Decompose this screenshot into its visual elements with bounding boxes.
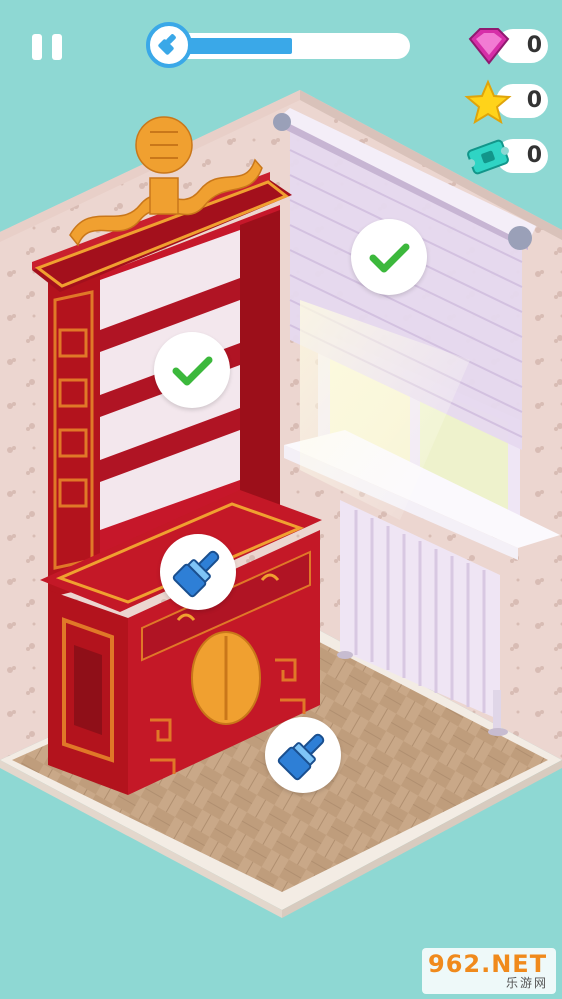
site-watermark: 962.NET 乐游网 (422, 948, 556, 994)
paint-brush-icon (277, 733, 325, 781)
progress-brush-badge (146, 22, 192, 68)
paint-brush-icon (172, 550, 220, 598)
paint-brush-icon (158, 34, 176, 55)
ticket-counter: 0 (467, 139, 550, 175)
checkmark-icon (172, 356, 213, 386)
watermark-sub-text: 乐游网 (505, 976, 548, 990)
gem-count: 0 (526, 33, 542, 58)
star-counter: 0 (464, 79, 550, 125)
cabinet-paint-marker[interactable] (160, 534, 236, 610)
star-count: 0 (526, 88, 542, 113)
pause-bar-right (52, 34, 62, 60)
pause-button[interactable] (30, 34, 64, 60)
bookshelf-done-marker[interactable] (154, 332, 230, 408)
blind-done-marker[interactable] (351, 219, 427, 295)
gem-counter: 0 (468, 28, 550, 65)
pause-bar-left (32, 34, 42, 60)
progress-bar-fill (184, 38, 292, 54)
floor-paint-marker[interactable] (265, 717, 341, 793)
progress-bar (172, 33, 410, 59)
checkmark-icon (369, 243, 410, 273)
ticket-count: 0 (526, 143, 542, 168)
